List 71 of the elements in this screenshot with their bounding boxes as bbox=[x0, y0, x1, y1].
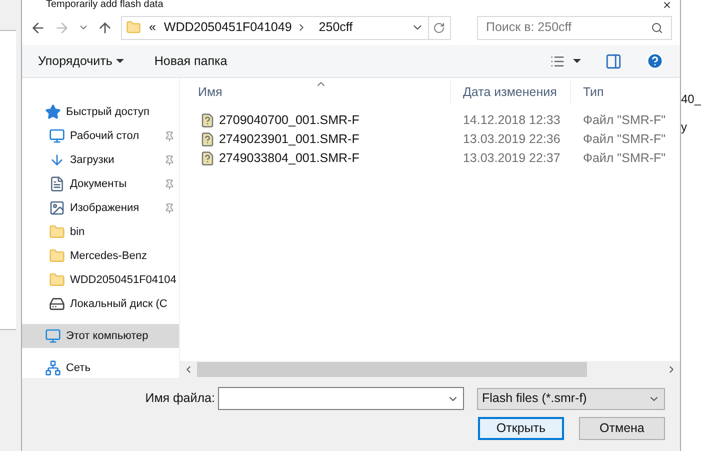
folder-icon bbox=[48, 224, 65, 240]
search-icon bbox=[650, 22, 663, 34]
file-type: Файл "SMR-F" bbox=[582, 150, 667, 168]
sidebar-item[interactable]: Изображения bbox=[22, 196, 179, 220]
sidebar-item[interactable]: Этот компьютер bbox=[22, 324, 179, 348]
file-icon bbox=[200, 113, 215, 128]
search-field[interactable]: Поиск в: 250cff bbox=[486, 18, 651, 37]
file-icon bbox=[200, 132, 215, 147]
file-date: 13.03.2019 22:37 bbox=[462, 150, 562, 168]
sidebar-item[interactable]: Документы bbox=[22, 172, 179, 196]
file-name: 2749023901_001.SMR-F bbox=[218, 131, 360, 148]
sidebar-item[interactable]: Локальный диск (С bbox=[22, 292, 179, 316]
back-icon[interactable] bbox=[30, 20, 46, 36]
folder-icon bbox=[126, 20, 141, 35]
file-row[interactable]: 2709040700_001.SMR-F 14.12.2018 12:33 Файл "SMR-F" bbox=[180, 111, 680, 130]
filename-label: Имя файла: bbox=[145, 390, 215, 408]
pin-icon[interactable] bbox=[164, 154, 175, 166]
file-date: 13.03.2019 22:36 bbox=[462, 131, 562, 148]
file-type-select[interactable]: Flash files (*.smr-f) bbox=[476, 388, 665, 410]
sidebar-item[interactable]: Сеть bbox=[22, 356, 179, 380]
sidebar-item[interactable]: Рабочий стол bbox=[22, 124, 179, 148]
new-folder-button[interactable]: Новая папка bbox=[154, 52, 228, 70]
caret-icon[interactable] bbox=[572, 59, 581, 63]
up-icon[interactable] bbox=[96, 20, 113, 36]
window-title: Temporarily add flash data bbox=[44, 0, 164, 10]
view-icon[interactable] bbox=[550, 54, 565, 68]
file-type: Файл "SMR-F" bbox=[582, 112, 667, 130]
horizontal-scrollbar[interactable] bbox=[180, 361, 680, 378]
monitor-icon bbox=[48, 128, 65, 144]
sidebar-item[interactable]: Быстрый доступ bbox=[22, 100, 179, 124]
overflow-marker[interactable]: « bbox=[148, 18, 156, 37]
column-header[interactable]: Имя bbox=[180, 81, 450, 103]
organize-button[interactable]: Упорядочить bbox=[38, 52, 124, 70]
help-icon[interactable] bbox=[646, 52, 664, 70]
folder-icon bbox=[48, 248, 65, 264]
document-icon bbox=[48, 176, 65, 192]
scrollbar-thumb[interactable] bbox=[196, 362, 587, 377]
background-text: y bbox=[680, 119, 688, 136]
path-segment[interactable]: WDD2050451F041049 bbox=[164, 18, 292, 37]
pin-icon[interactable] bbox=[164, 202, 175, 214]
file-row[interactable]: 2749023901_001.SMR-F 13.03.2019 22:36 Файл "SMR-F" bbox=[180, 130, 680, 149]
sidebar-item[interactable]: Загрузки bbox=[22, 148, 179, 172]
drive-icon bbox=[48, 296, 65, 312]
open-button[interactable]: Открыть bbox=[478, 417, 564, 440]
star-icon bbox=[44, 104, 61, 120]
refresh-icon[interactable] bbox=[433, 22, 446, 34]
background-text: 40_ bbox=[680, 91, 701, 108]
sidebar-item[interactable]: WDD2050451F04104 bbox=[22, 268, 179, 292]
file-type: Файл "SMR-F" bbox=[582, 131, 667, 148]
file-row[interactable]: 2749033804_001.SMR-F 13.03.2019 22:37 Файл "SMR-F" bbox=[180, 149, 680, 168]
pin-icon[interactable] bbox=[164, 178, 175, 190]
sidebar-item[interactable]: Mercedes-Benz bbox=[22, 244, 179, 268]
computer-icon bbox=[44, 328, 61, 344]
sidebar-item[interactable]: bin bbox=[22, 220, 179, 244]
file-name: 2709040700_001.SMR-F bbox=[218, 112, 360, 130]
column-header[interactable]: Дата изменения bbox=[450, 81, 570, 103]
pin-icon[interactable] bbox=[164, 130, 175, 142]
file-date: 14.12.2018 12:33 bbox=[462, 112, 562, 130]
search-box[interactable]: Поиск в: 250cff bbox=[476, 16, 672, 40]
close-icon[interactable] bbox=[662, 0, 672, 10]
file-icon bbox=[200, 151, 215, 166]
caret-icon bbox=[116, 59, 124, 63]
cancel-button[interactable]: Отмена bbox=[578, 417, 665, 440]
path-segment[interactable]: 250cff bbox=[318, 18, 353, 37]
file-name: 2749033804_001.SMR-F bbox=[218, 150, 360, 168]
picture-icon bbox=[48, 200, 65, 216]
download-icon bbox=[48, 152, 65, 168]
folder-icon bbox=[48, 272, 65, 288]
network-icon bbox=[44, 360, 61, 376]
preview-pane-icon[interactable] bbox=[604, 52, 622, 70]
address-bar[interactable]: « WDD2050451F041049 250cff bbox=[120, 16, 451, 40]
